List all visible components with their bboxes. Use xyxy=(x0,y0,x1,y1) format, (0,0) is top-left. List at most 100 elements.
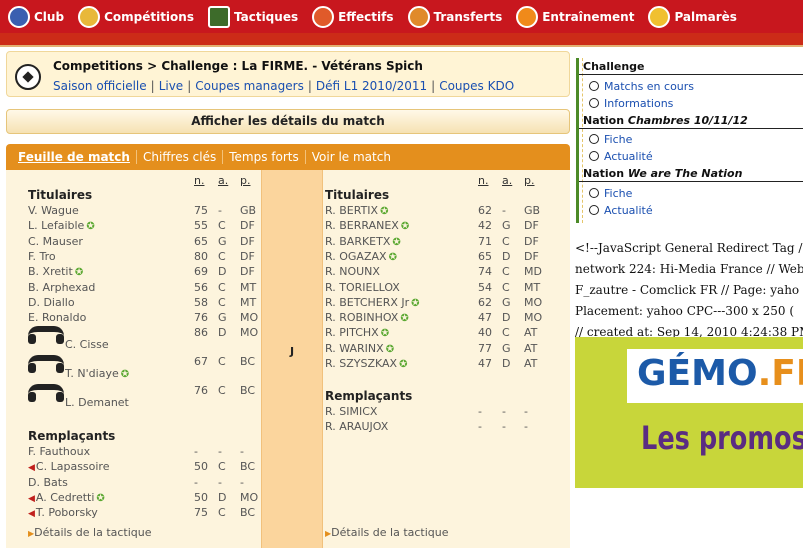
player-row[interactable]: R. BERRANEX ✪ 42 G DF xyxy=(325,219,565,234)
nav-tactiques[interactable]: Tactiques xyxy=(200,0,304,33)
player-name: R. SZYSZKAX ✪ xyxy=(325,357,408,370)
player-row[interactable]: R. TORIELLOX 54 C MT xyxy=(325,281,565,296)
player-row[interactable]: R. ROBINHOX ✪ 47 D MO xyxy=(325,311,565,326)
player-n: 65 xyxy=(194,234,208,248)
col-header-p: p. xyxy=(524,174,535,187)
link-saison-officielle[interactable]: Saison officielle xyxy=(53,79,147,93)
sidebar-heading-nation-chambres: Nation Chambres 10/11/12 xyxy=(583,114,748,127)
divider xyxy=(579,74,803,75)
nav-transferts[interactable]: Transferts xyxy=(400,0,509,33)
link-coupes-managers[interactable]: Coupes managers xyxy=(195,79,304,93)
player-row[interactable]: R. SZYSZKAX ✪ 47 D AT xyxy=(325,357,565,372)
player-p: DF xyxy=(524,219,539,233)
player-row[interactable]: R. OGAZAX ✪ 65 D DF xyxy=(325,250,565,265)
tactic-details-link[interactable]: ▶Détails de la tactique xyxy=(28,526,152,539)
player-name: R. WARINX ✪ xyxy=(325,341,395,355)
player-n: 50 xyxy=(194,490,208,504)
player-n: - xyxy=(194,475,198,489)
score-column: J xyxy=(261,170,323,548)
sidebar-link-actualite[interactable]: Actualité xyxy=(589,150,653,163)
nav-competitions[interactable]: Compétitions xyxy=(70,0,200,33)
player-p: DF xyxy=(240,249,255,263)
star-icon: ✪ xyxy=(74,267,84,279)
player-row[interactable]: ◀A. Cedretti ✪ 50 D MO xyxy=(28,491,268,506)
link-defi-l1[interactable]: Défi L1 2010/2011 xyxy=(316,79,427,93)
sidebar-link-informations[interactable]: Informations xyxy=(589,97,673,110)
sidebar-link-fiche[interactable]: Fiche xyxy=(589,133,632,146)
player-row[interactable]: R. NOUNX 74 C MD xyxy=(325,265,565,280)
player-row[interactable]: D. Bats - - - xyxy=(28,476,268,491)
player-row[interactable]: R. PITCHX ✪ 40 C AT xyxy=(325,326,565,341)
nav-entrainement[interactable]: Entraînement xyxy=(508,0,640,33)
player-row[interactable]: C. Mauser 65 G DF xyxy=(28,235,268,250)
nav-label: Entraînement xyxy=(542,9,635,24)
player-row[interactable]: R. WARINX ✪ 77 G AT xyxy=(325,342,565,357)
player-name: R. TORIELLOX xyxy=(325,280,400,294)
sidebar-link-matchs-en-cours[interactable]: Matchs en cours xyxy=(589,80,694,93)
tab-temps-forts[interactable]: Temps forts xyxy=(223,150,306,164)
player-name: R. BARKETX ✪ xyxy=(325,234,401,248)
player-name: R. BERRANEX ✪ xyxy=(325,219,410,233)
ad-banner[interactable]: GÉMO.FR Les promos xyxy=(575,337,803,488)
player-n: 76 xyxy=(194,384,208,398)
tactic-details-link[interactable]: ▶Détails de la tactique xyxy=(325,526,449,539)
nav-club[interactable]: Club xyxy=(0,0,70,33)
player-row[interactable]: R. BARKETX ✪ 71 C DF xyxy=(325,235,565,250)
player-n: 47 xyxy=(478,311,492,325)
sidebar-link-actualite[interactable]: Actualité xyxy=(589,204,653,217)
ball-bullet-icon xyxy=(589,188,599,198)
competition-header: Competitions > Challenge : La FIRME. - V… xyxy=(6,51,570,97)
link-coupes-kdo[interactable]: Coupes KDO xyxy=(439,79,514,93)
divider xyxy=(579,128,803,129)
player-name: R. BETCHERX Jr ✪ xyxy=(325,295,420,309)
col-header-a: a. xyxy=(218,174,229,187)
link-live[interactable]: Live xyxy=(159,79,184,93)
sidebar-link-fiche[interactable]: Fiche xyxy=(589,187,632,200)
top-navigation: Club Compétitions Tactiques Effectifs Tr… xyxy=(0,0,803,33)
club-crest-icon xyxy=(8,5,30,28)
player-row[interactable]: C. Cisse 86 D MO xyxy=(28,326,268,353)
nav-effectifs[interactable]: Effectifs xyxy=(304,0,399,33)
player-row[interactable]: T. N'diaye ✪ 67 C BC xyxy=(28,355,268,382)
player-p: MO xyxy=(524,311,543,325)
player-a: C xyxy=(218,249,226,263)
player-row[interactable]: ◀C. Lapassoire 50 C BC xyxy=(28,460,268,475)
player-p: MO xyxy=(524,295,543,309)
player-name: D. Bats xyxy=(28,475,68,489)
player-row[interactable]: R. BERTIX ✪ 62- GB xyxy=(325,204,565,219)
player-name: B. Xretit ✪ xyxy=(28,265,84,279)
player-name: L. Lefaible ✪ xyxy=(28,219,95,233)
tab-chiffres-cles[interactable]: Chiffres clés xyxy=(137,150,224,164)
player-row[interactable]: R. ARAUJOX - - - xyxy=(325,420,565,435)
player-row[interactable]: R. SIMICX - - - xyxy=(325,405,565,420)
player-a: C xyxy=(218,355,226,369)
player-row[interactable]: D. Diallo 58 C MT xyxy=(28,296,268,311)
tactic-details-label: Détails de la tactique xyxy=(331,526,449,539)
player-row[interactable]: F. Fauthoux - - - xyxy=(28,445,268,460)
player-n: 75 xyxy=(194,506,208,520)
player-n: 75 xyxy=(194,204,208,217)
player-row[interactable]: L. Demanet 76 C BC xyxy=(28,384,268,411)
player-row[interactable]: V. Wague 75- GB xyxy=(28,204,268,219)
player-name: F. Fauthoux xyxy=(28,445,91,458)
show-match-details-button[interactable]: Afficher les détails du match xyxy=(6,109,570,134)
tab-feuille-de-match[interactable]: Feuille de match xyxy=(12,150,137,164)
player-name: D. Diallo xyxy=(28,295,75,309)
player-p: MT xyxy=(524,280,541,294)
player-row[interactable]: L. Lefaible ✪ 55 C DF xyxy=(28,219,268,234)
player-name: L. Demanet xyxy=(65,396,129,410)
sidebar-heading-nation-we-are: Nation We are The Nation xyxy=(583,167,743,180)
nav-palmares[interactable]: Palmarès xyxy=(640,0,742,33)
ball-bullet-icon xyxy=(589,205,599,215)
player-row[interactable]: B. Arphexad 56 C MT xyxy=(28,281,268,296)
player-row[interactable]: R. BETCHERX Jr ✪ 62 G MO xyxy=(325,296,565,311)
player-p: MT xyxy=(240,280,257,294)
player-row[interactable]: E. Ronaldo 76 G MO xyxy=(28,311,268,326)
player-row[interactable]: ◀T. Poborsky 75 C BC xyxy=(28,506,268,521)
player-name: ◀C. Lapassoire xyxy=(28,460,110,474)
star-icon: ✪ xyxy=(411,297,420,309)
player-row[interactable]: B. Xretit ✪ 69 D DF xyxy=(28,265,268,280)
player-n: 74 xyxy=(478,265,492,279)
tab-voir-le-match[interactable]: Voir le match xyxy=(306,150,397,164)
player-row[interactable]: F. Tro 80 C DF xyxy=(28,250,268,265)
